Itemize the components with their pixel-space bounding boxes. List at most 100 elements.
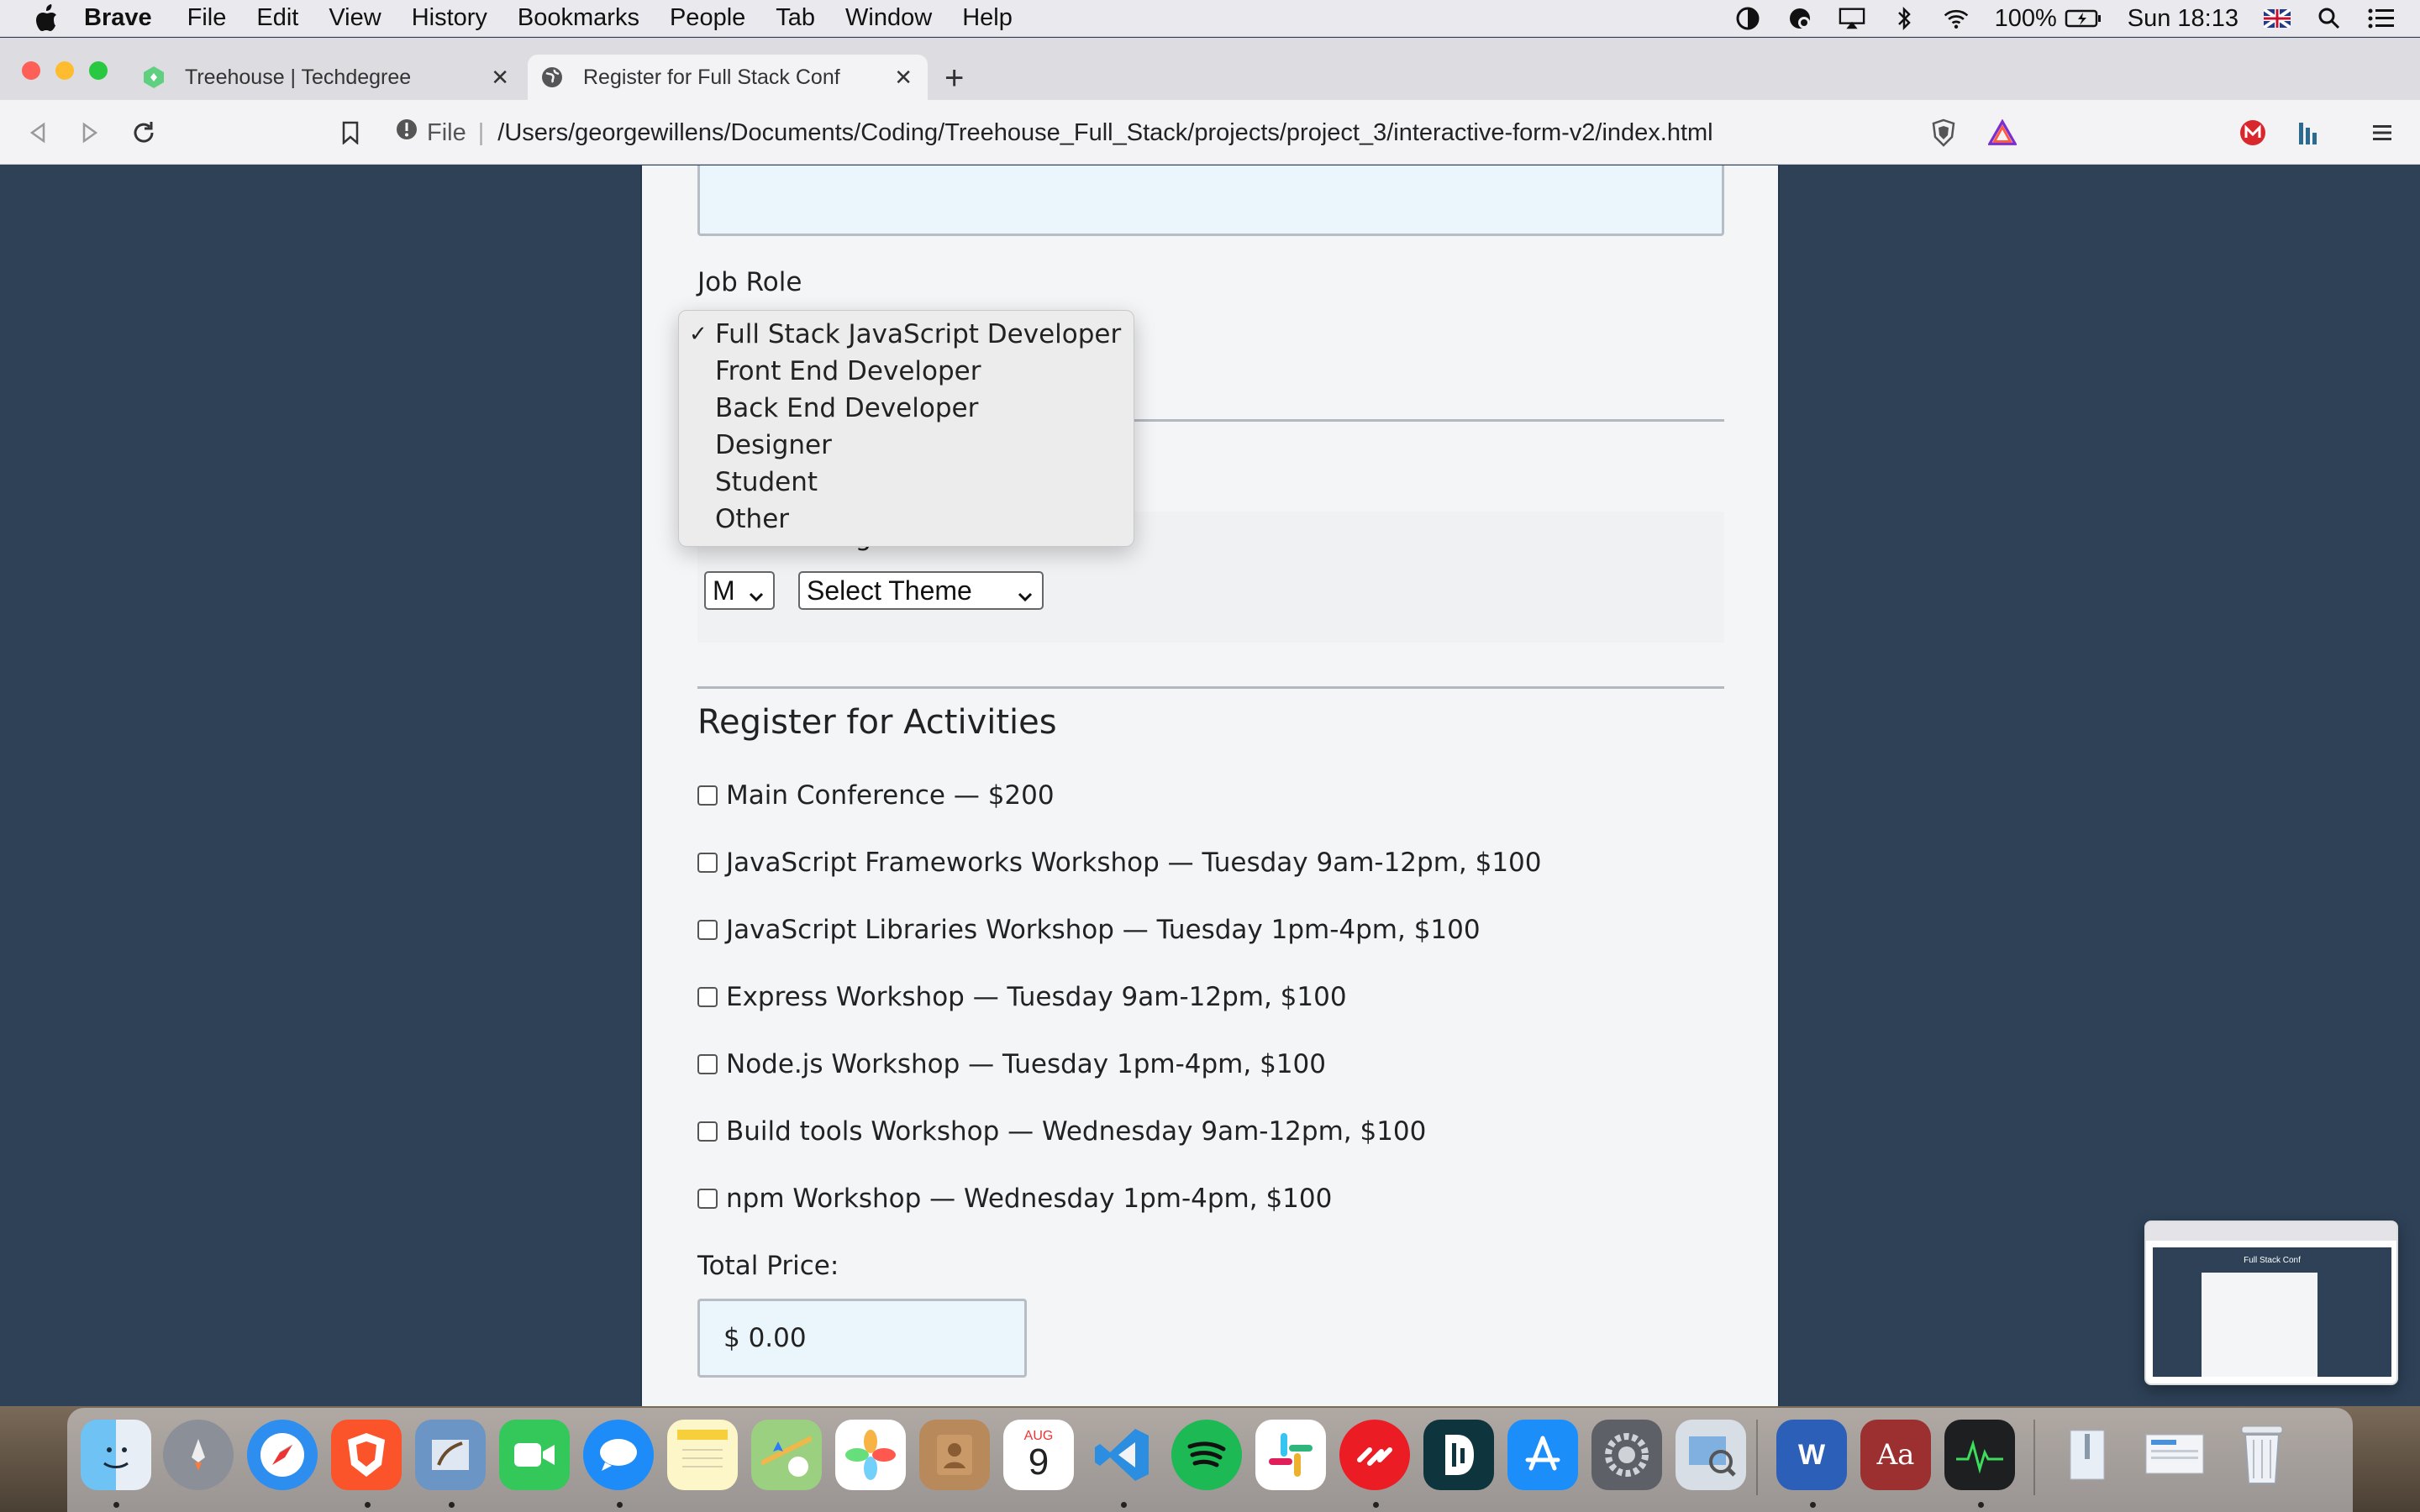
mail-icon[interactable] — [415, 1420, 486, 1490]
dictionary-icon[interactable]: Aa — [1860, 1420, 1931, 1490]
site-info-icon[interactable] — [395, 118, 418, 148]
downloads-stack-icon[interactable] — [2052, 1420, 2123, 1490]
finder-icon[interactable] — [81, 1420, 151, 1490]
activity-express[interactable]: Express Workshop — Tuesday 9am-12pm, $10… — [697, 982, 1347, 1012]
job-role-option[interactable]: Designer — [679, 427, 1134, 464]
maps-icon[interactable] — [751, 1420, 822, 1490]
back-icon[interactable] — [24, 118, 52, 147]
launchpad-icon[interactable] — [163, 1420, 234, 1490]
activity-checkbox[interactable] — [697, 853, 718, 873]
extension-icon[interactable] — [2294, 118, 2323, 147]
spotlight-search-icon[interactable] — [2316, 7, 2343, 30]
dock-separator — [1756, 1420, 1758, 1495]
system-preferences-icon[interactable] — [1591, 1420, 1662, 1490]
menu-help[interactable]: Help — [962, 4, 1013, 32]
menu-window[interactable]: Window — [845, 4, 932, 32]
address-bar[interactable]: File | /Users/georgewillens/Documents/Co… — [395, 110, 2033, 155]
job-role-dropdown[interactable]: ✓ Full Stack JavaScript Developer Front … — [678, 310, 1134, 547]
activity-checkbox[interactable] — [697, 1054, 718, 1074]
mega-extension-icon[interactable] — [2238, 118, 2267, 147]
contrast-icon[interactable] — [1734, 7, 1761, 30]
preview-icon[interactable] — [1676, 1420, 1746, 1490]
tab-close-icon[interactable]: ✕ — [894, 65, 913, 91]
running-indicator — [1810, 1502, 1816, 1508]
tab-treehouse[interactable]: Treehouse | Techdegree ✕ — [121, 55, 524, 100]
activity-checkbox[interactable] — [697, 1121, 718, 1142]
facetime-icon[interactable] — [499, 1420, 570, 1490]
running-indicator — [617, 1502, 623, 1508]
app-store-icon[interactable] — [1507, 1420, 1578, 1490]
job-role-option[interactable]: Other — [679, 501, 1134, 538]
job-role-option[interactable]: Front End Developer — [679, 353, 1134, 390]
activity-js-libraries[interactable]: JavaScript Libraries Workshop — Tuesday … — [697, 915, 1481, 945]
battery-icon[interactable] — [2064, 7, 2102, 30]
menu-edit[interactable]: Edit — [256, 4, 298, 32]
bookmark-icon[interactable] — [336, 118, 365, 147]
menu-tab[interactable]: Tab — [776, 4, 815, 32]
slack-icon[interactable] — [1255, 1420, 1326, 1490]
word-icon[interactable]: W — [1776, 1420, 1847, 1490]
menu-bookmarks[interactable]: Bookmarks — [518, 4, 639, 32]
brave-shields-icon[interactable] — [1929, 118, 1958, 147]
screenshot-preview-thumbnail[interactable]: Full Stack Conf — [2144, 1221, 2398, 1385]
spotify-icon[interactable] — [1171, 1420, 1242, 1490]
documents-stack-icon[interactable] — [2139, 1420, 2210, 1490]
airplay-icon[interactable] — [1839, 7, 1865, 30]
activity-label: Build tools Workshop — Wednesday 9am-12p… — [726, 1116, 1427, 1147]
tab-close-icon[interactable]: ✕ — [491, 65, 509, 91]
option-label: Student — [715, 467, 818, 497]
menu-view[interactable]: View — [329, 4, 381, 32]
tab-register[interactable]: Register for Full Stack Conf ✕ — [528, 55, 928, 100]
window-zoom-button[interactable] — [89, 61, 108, 80]
job-role-option[interactable]: ✓ Full Stack JavaScript Developer — [679, 316, 1134, 353]
bluetooth-icon[interactable] — [1891, 6, 1918, 31]
brave-icon[interactable] — [331, 1420, 402, 1490]
brave-rewards-icon[interactable] — [1988, 118, 2017, 147]
photos-icon[interactable] — [835, 1420, 906, 1490]
messages-icon[interactable] — [583, 1420, 654, 1490]
backup-status-icon[interactable] — [1786, 7, 1813, 30]
browser-menu-icon[interactable] — [2368, 118, 2396, 147]
app-name-menu[interactable]: Brave — [84, 4, 152, 32]
activity-checkbox[interactable] — [697, 1189, 718, 1209]
input-source-flag-icon[interactable] — [2264, 7, 2291, 30]
trash-icon[interactable] — [2227, 1420, 2297, 1490]
job-role-option[interactable]: Back End Developer — [679, 390, 1134, 427]
notification-center-icon[interactable] — [2368, 7, 2395, 30]
activity-build-tools[interactable]: Build tools Workshop — Wednesday 9am-12p… — [697, 1116, 1426, 1147]
activity-node[interactable]: Node.js Workshop — Tuesday 1pm-4pm, $100 — [697, 1049, 1326, 1079]
window-close-button[interactable] — [22, 61, 40, 80]
new-tab-button[interactable]: + — [944, 61, 964, 95]
job-role-option[interactable]: Student — [679, 464, 1134, 501]
activity-js-frameworks[interactable]: JavaScript Frameworks Workshop — Tuesday… — [697, 848, 1542, 878]
notes-icon[interactable] — [667, 1420, 738, 1490]
authy-icon[interactable] — [1339, 1420, 1410, 1490]
activity-checkbox[interactable] — [697, 987, 718, 1007]
contacts-icon[interactable] — [919, 1420, 990, 1490]
forward-icon[interactable] — [76, 118, 104, 147]
menu-file[interactable]: File — [187, 4, 227, 32]
activity-label: JavaScript Frameworks Workshop — Tuesday… — [726, 848, 1542, 878]
url-text[interactable]: /Users/georgewillens/Documents/Coding/Tr… — [497, 119, 1712, 147]
wifi-icon[interactable] — [1943, 7, 1970, 30]
vscode-icon[interactable] — [1087, 1420, 1158, 1490]
safari-icon[interactable] — [247, 1420, 318, 1490]
calendar-icon[interactable]: AUG 9 — [1003, 1420, 1074, 1490]
menu-people[interactable]: People — [670, 4, 745, 32]
activity-checkbox[interactable] — [697, 920, 718, 940]
design-select[interactable]: Select Theme — [798, 571, 1044, 610]
menubar-clock[interactable]: Sun 18:13 — [2128, 5, 2238, 33]
running-indicator — [113, 1502, 119, 1508]
reload-icon[interactable] — [129, 118, 158, 147]
dashlane-icon[interactable] — [1423, 1420, 1494, 1490]
activity-main-conference[interactable]: Main Conference — $200 — [697, 780, 1055, 811]
apple-menu-icon[interactable] — [34, 3, 59, 33]
activity-monitor-icon[interactable] — [1944, 1420, 2015, 1490]
other-info-textarea[interactable] — [697, 165, 1724, 236]
size-select[interactable]: M — [704, 571, 775, 610]
menu-history[interactable]: History — [412, 4, 487, 32]
activity-checkbox[interactable] — [697, 785, 718, 806]
window-minimize-button[interactable] — [55, 61, 74, 80]
activity-npm[interactable]: npm Workshop — Wednesday 1pm-4pm, $100 — [697, 1184, 1332, 1214]
battery-percentage[interactable]: 100% — [1995, 5, 2057, 33]
